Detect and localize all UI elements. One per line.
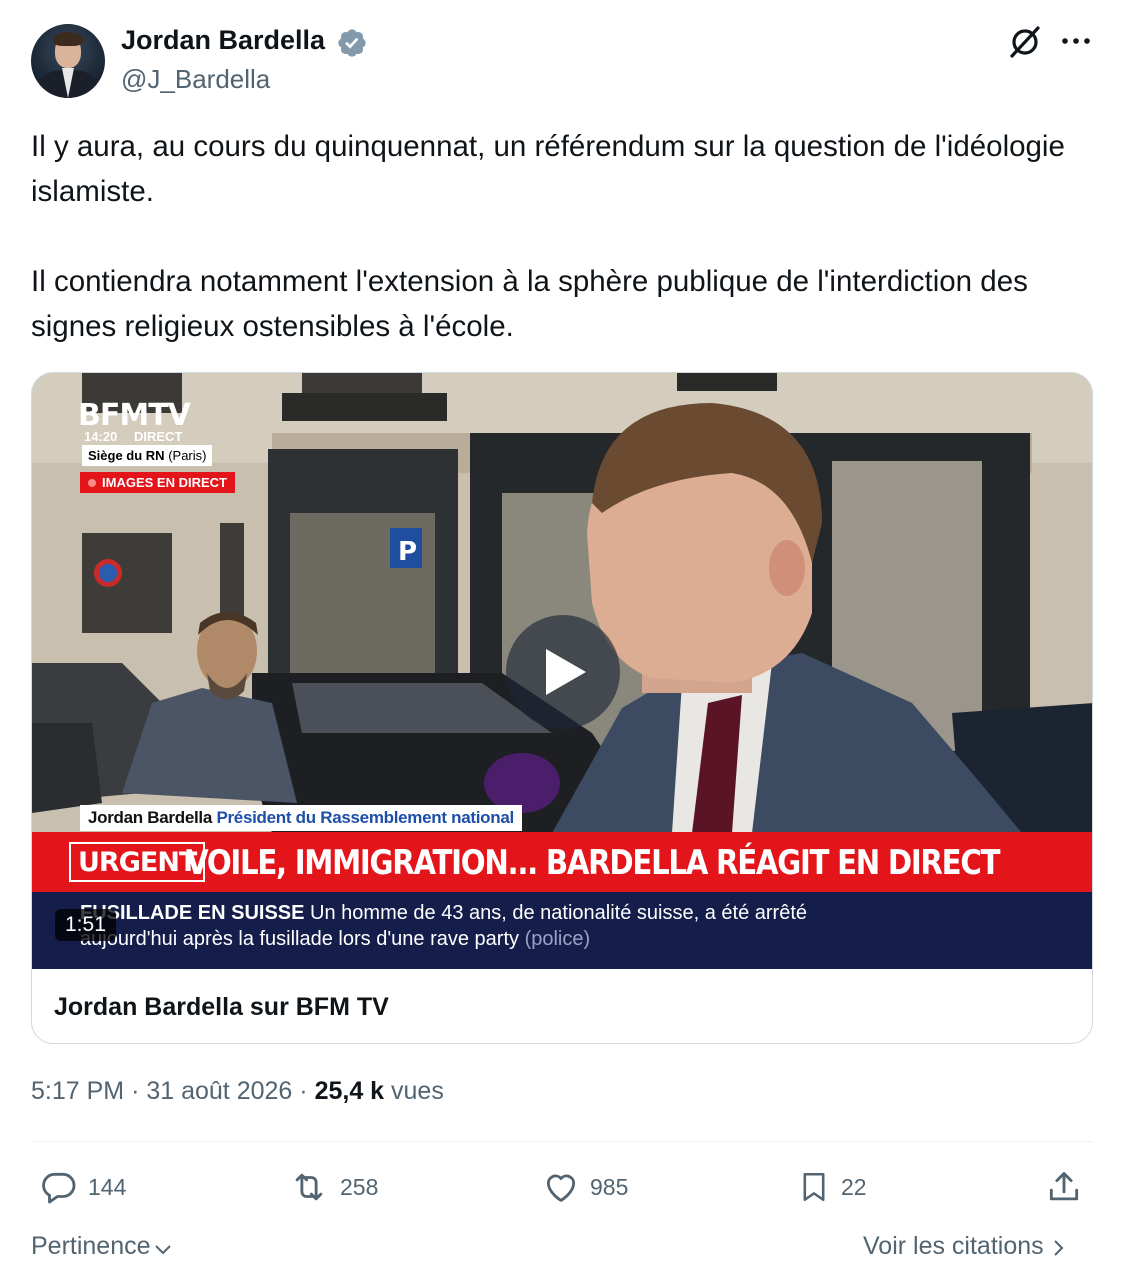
verified-badge-icon [338,29,366,57]
meta-separator: · [299,1077,308,1105]
tweet-meta: 5:17 PM · 31 août 2026 · 25,4 k vues [31,1077,444,1106]
sort-dropdown[interactable]: Pertinence [31,1232,173,1261]
lower-third-role: Président du Rassemblement national [216,808,514,827]
video-player[interactable]: P BFMTV 14:20 DIRECT Siège du RN (Paris)… [32,373,1092,969]
urgent-headline: VOILE, IMMIGRATION... BARDELLA RÉAGIT EN… [186,843,1000,883]
share-button[interactable] [1045,1166,1083,1208]
author-name[interactable]: Jordan Bardella [121,25,325,56]
ticker-line-2: aujourd'hui après la fusillade lors d'un… [80,928,590,951]
ticker-line-1: FUSILLADE EN SUISSE Un homme de 43 ans, … [80,902,807,925]
video-duration: 1:51 [55,909,116,941]
video-card[interactable]: P BFMTV 14:20 DIRECT Siège du RN (Paris)… [31,372,1093,1044]
reply-button[interactable]: 144 [40,1166,126,1208]
chevron-right-icon [1053,1240,1064,1256]
play-icon [546,649,586,695]
reply-count: 144 [88,1173,127,1200]
quotes-label: Voir les citations [863,1232,1044,1260]
bookmark-button[interactable]: 22 [797,1166,867,1208]
tweet-text: Il y aura, au cours du quinquennat, un r… [31,124,1111,349]
bookmark-count: 22 [841,1173,867,1200]
bfm-live-tag: IMAGES EN DIRECT [80,472,235,493]
views-count: 25,4 k [314,1077,385,1105]
urgent-tag: URGENT [69,842,206,882]
meta-separator: · [131,1077,140,1105]
bfm-location-sub: (Paris) [168,448,207,463]
like-button[interactable]: 985 [542,1166,628,1208]
chevron-down-icon [154,1244,171,1254]
tweet-date[interactable]: 31 août 2026 [146,1077,292,1105]
play-button[interactable] [506,615,620,729]
retweet-icon [295,1173,323,1201]
bfm-location: Siège du RN (Paris) [82,445,213,466]
bfm-logo: BFMTV [78,398,191,433]
news-ticker: FUSILLADE EN SUISSE Un homme de 43 ans, … [32,892,1092,969]
card-title[interactable]: Jordan Bardella sur BFM TV [54,993,389,1022]
avatar[interactable] [31,24,105,98]
tweet-time[interactable]: 5:17 PM [31,1077,124,1105]
more-icon[interactable] [1059,31,1093,51]
ticker-source: (police) [524,928,591,950]
sort-label: Pertinence [31,1232,151,1260]
tweet-paragraph: Il y aura, au cours du quinquennat, un r… [31,130,1065,208]
divider [31,1141,1093,1142]
retweet-count: 258 [340,1173,379,1200]
bookmark-icon [803,1172,825,1202]
bfm-direct-label: DIRECT [134,429,183,444]
reply-icon [42,1172,76,1204]
svg-text:P: P [398,537,417,567]
views-label: vues [391,1077,444,1105]
lower-third: Jordan Bardella Président du Rassembleme… [80,805,522,831]
author-handle[interactable]: @J_Bardella [121,64,270,95]
retweet-button[interactable]: 258 [288,1166,378,1208]
bfm-location-name: Siège du RN [88,448,165,463]
urgent-banner: URGENT VOILE, IMMIGRATION... BARDELLA RÉ… [32,832,1092,892]
heart-icon [546,1174,576,1202]
share-icon [1049,1172,1079,1201]
like-count: 985 [590,1173,629,1200]
ticker-text-1: Un homme de 43 ans, de nationalité suiss… [310,902,808,924]
tweet-paragraph: Il contiendra notamment l'extension à la… [31,265,1028,343]
bfm-time: 14:20 [84,429,118,444]
grok-icon[interactable] [1007,24,1043,60]
view-quotes-link[interactable]: Voir les citations [863,1232,1068,1261]
ticker-text-2: aujourd'hui après la fusillade lors d'un… [80,928,520,950]
lower-third-name: Jordan Bardella [88,808,212,827]
